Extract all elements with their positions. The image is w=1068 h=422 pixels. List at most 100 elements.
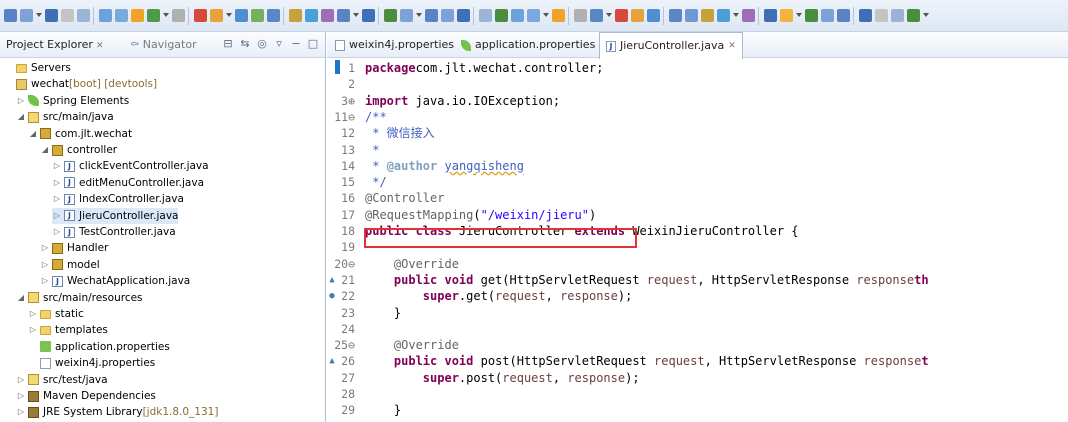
- toolbar-button-icon[interactable]: [527, 9, 540, 22]
- tab-navigator[interactable]: ⚰ Navigator: [130, 38, 197, 51]
- minimize-icon[interactable]: −: [290, 37, 302, 50]
- toolbar-button-icon[interactable]: [685, 9, 698, 22]
- collapsed-arrow-icon[interactable]: ▷: [52, 191, 62, 207]
- tree-item[interactable]: ◢ controller: [40, 142, 117, 158]
- chevron-down-icon[interactable]: [163, 13, 169, 17]
- tree-item[interactable]: ▷ JeditMenuController.java: [52, 175, 204, 191]
- tree-item[interactable]: ▷ Handler: [40, 240, 108, 256]
- toolbar-button-icon[interactable]: [172, 9, 185, 22]
- close-icon[interactable]: ✕: [728, 33, 736, 59]
- tree-item[interactable]: application.properties: [28, 339, 170, 355]
- toolbar-button-icon[interactable]: [859, 9, 872, 22]
- toolbar-button-icon[interactable]: [384, 9, 397, 22]
- toolbar-button-icon[interactable]: [425, 9, 438, 22]
- toolbar-button-icon[interactable]: [875, 9, 888, 22]
- toolbar-button-icon[interactable]: [61, 9, 74, 22]
- toolbar-button-icon[interactable]: [99, 9, 112, 22]
- tab-project-explorer[interactable]: Project Explorer ✕: [6, 38, 103, 51]
- toolbar-button-icon[interactable]: [742, 9, 755, 22]
- collapsed-arrow-icon[interactable]: ▷: [40, 257, 50, 273]
- toolbar-button-icon[interactable]: [511, 9, 524, 22]
- chevron-down-icon[interactable]: [353, 13, 359, 17]
- toolbar-button-icon[interactable]: [251, 9, 264, 22]
- toolbar-button-icon[interactable]: [289, 9, 302, 22]
- chevron-down-icon[interactable]: [923, 13, 929, 17]
- toolbar-button-icon[interactable]: [305, 9, 318, 22]
- tree-item[interactable]: ◢ src/main/java: [16, 109, 114, 125]
- toolbar-button-icon[interactable]: [131, 9, 144, 22]
- collapsed-arrow-icon[interactable]: ▷: [16, 93, 26, 109]
- tree-item[interactable]: ▷ Maven Dependencies: [16, 388, 156, 404]
- toolbar-button-icon[interactable]: [821, 9, 834, 22]
- tab-application-properties[interactable]: application.properties: [455, 32, 601, 58]
- toolbar-button-icon[interactable]: [77, 9, 90, 22]
- toolbar-button-icon[interactable]: [837, 9, 850, 22]
- tree-item[interactable]: ▷ J JieruController.java: [52, 207, 179, 224]
- tree-item[interactable]: ▷ JRE System Library [jdk1.8.0_131]: [16, 404, 219, 420]
- tree-item[interactable]: ▷ Spring Elements: [16, 93, 129, 109]
- collapsed-arrow-icon[interactable]: ▷: [28, 322, 38, 338]
- toolbar-button-icon[interactable]: [194, 9, 207, 22]
- collapsed-arrow-icon[interactable]: ▷: [16, 372, 26, 388]
- toolbar-button-icon[interactable]: [631, 9, 644, 22]
- focus-icon[interactable]: ◎: [256, 37, 268, 50]
- toolbar-button-icon[interactable]: [147, 9, 160, 22]
- toolbar-button-icon[interactable]: [891, 9, 904, 22]
- chevron-down-icon[interactable]: [416, 13, 422, 17]
- chevron-down-icon[interactable]: [36, 13, 42, 17]
- toolbar-button-icon[interactable]: [337, 9, 350, 22]
- collapsed-arrow-icon[interactable]: ▷: [16, 404, 26, 420]
- chevron-down-icon[interactable]: [606, 13, 612, 17]
- tree-item[interactable]: ◢ com.jlt.wechat: [28, 126, 132, 142]
- collapsed-arrow-icon[interactable]: ▷: [52, 208, 62, 224]
- toolbar-button-icon[interactable]: [780, 9, 793, 22]
- toolbar-button-icon[interactable]: [479, 9, 492, 22]
- toolbar-button-icon[interactable]: [321, 9, 334, 22]
- tree-item[interactable]: ▷ templates: [28, 322, 108, 338]
- toolbar-button-icon[interactable]: [210, 9, 223, 22]
- toolbar-button-icon[interactable]: [552, 9, 565, 22]
- link-with-editor-icon[interactable]: ⇆: [239, 37, 251, 50]
- collapsed-arrow-icon[interactable]: ▷: [52, 158, 62, 174]
- tree-item[interactable]: ▷ JclickEventController.java: [52, 158, 209, 174]
- expanded-arrow-icon[interactable]: ◢: [40, 142, 50, 158]
- toolbar-button-icon[interactable]: [4, 9, 17, 22]
- toolbar-button-icon[interactable]: [907, 9, 920, 22]
- tree-item[interactable]: ▷ J TestController.java: [52, 224, 176, 240]
- close-icon[interactable]: ✕: [96, 41, 104, 51]
- collapsed-arrow-icon[interactable]: ▷: [40, 273, 50, 289]
- toolbar-button-icon[interactable]: [45, 9, 58, 22]
- tree-item[interactable]: ▷ model: [40, 257, 100, 273]
- tree-item[interactable]: ◢ src/main/resources: [16, 290, 143, 306]
- toolbar-button-icon[interactable]: [717, 9, 730, 22]
- tree-item[interactable]: ▷ static: [28, 306, 84, 322]
- chevron-down-icon[interactable]: [733, 13, 739, 17]
- expanded-arrow-icon[interactable]: ◢: [16, 290, 26, 306]
- toolbar-button-icon[interactable]: [764, 9, 777, 22]
- tree-item[interactable]: wechat [boot] [devtools]: [4, 76, 157, 92]
- maximize-icon[interactable]: □: [307, 37, 319, 50]
- tree-item[interactable]: ▷ J IndexController.java: [52, 191, 184, 207]
- toolbar-button-icon[interactable]: [457, 9, 470, 22]
- expanded-arrow-icon[interactable]: ◢: [16, 109, 26, 125]
- toolbar-button-icon[interactable]: [669, 9, 682, 22]
- toolbar-button-icon[interactable]: [400, 9, 413, 22]
- toolbar-button-icon[interactable]: [267, 9, 280, 22]
- toolbar-button-icon[interactable]: [615, 9, 628, 22]
- toolbar-button-icon[interactable]: [495, 9, 508, 22]
- collapse-all-icon[interactable]: ⊟: [222, 37, 234, 50]
- toolbar-button-icon[interactable]: [647, 9, 660, 22]
- chevron-down-icon[interactable]: [796, 13, 802, 17]
- expanded-arrow-icon[interactable]: ◢: [28, 126, 38, 142]
- tree-item[interactable]: weixin4j.properties: [28, 355, 155, 371]
- collapsed-arrow-icon[interactable]: ▷: [40, 240, 50, 256]
- collapsed-arrow-icon[interactable]: ▷: [52, 175, 62, 191]
- collapsed-arrow-icon[interactable]: ▷: [16, 388, 26, 404]
- chevron-down-icon[interactable]: [543, 13, 549, 17]
- toolbar-button-icon[interactable]: [235, 9, 248, 22]
- toolbar-button-icon[interactable]: [115, 9, 128, 22]
- toolbar-button-icon[interactable]: [362, 9, 375, 22]
- chevron-down-icon[interactable]: [226, 13, 232, 17]
- toolbar-button-icon[interactable]: [574, 9, 587, 22]
- collapsed-arrow-icon[interactable]: ▷: [52, 224, 62, 240]
